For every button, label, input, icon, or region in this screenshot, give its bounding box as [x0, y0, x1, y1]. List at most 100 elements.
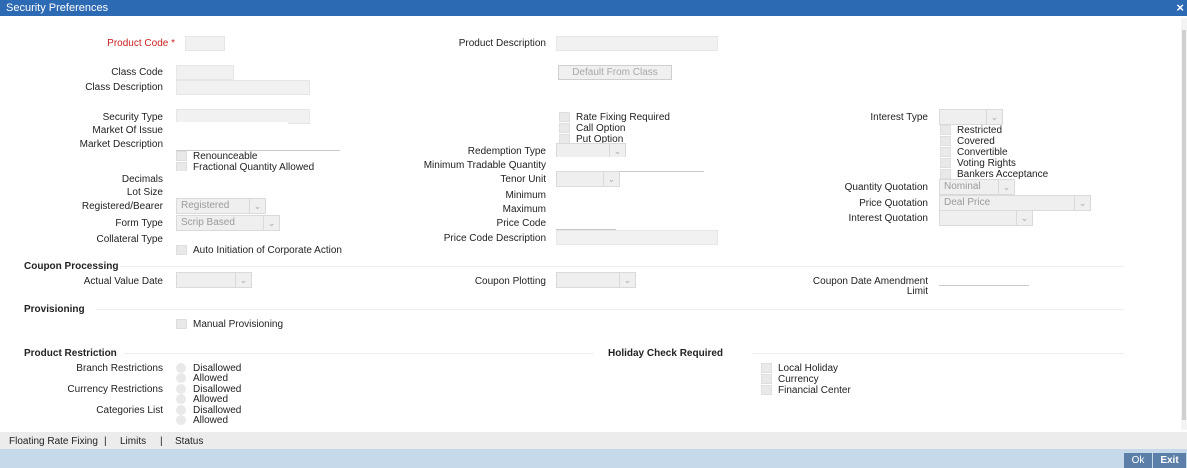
rate-fixing-checkbox[interactable]	[559, 112, 570, 122]
categories-allowed-radio[interactable]	[176, 415, 186, 425]
registered-bearer-select[interactable]: Registered ⌄	[176, 198, 266, 214]
maximum-input[interactable]	[556, 201, 600, 216]
minimum-label: Minimum	[505, 190, 546, 201]
chevron-down-icon: ⌄	[263, 216, 279, 230]
chevron-down-icon: ⌄	[609, 144, 625, 158]
ok-button[interactable]: Ok	[1124, 453, 1152, 468]
lot-size-input[interactable]	[176, 184, 230, 199]
branch-allowed-label: Allowed	[193, 373, 229, 384]
bankers-acceptance-checkbox[interactable]	[940, 169, 951, 179]
link-separator: |	[104, 436, 107, 447]
market-description-label: Market Description	[79, 139, 163, 150]
close-icon[interactable]: ×	[1176, 0, 1184, 15]
interest-quotation-select[interactable]: ⌄	[939, 210, 1033, 226]
status-link[interactable]: Status	[175, 436, 203, 447]
rate-fixing-label: Rate Fixing Required	[576, 112, 670, 123]
product-restriction-heading: Product Restriction	[24, 348, 117, 359]
tenor-unit-select[interactable]: ⌄	[556, 171, 620, 187]
product-code-label: Product Code *	[107, 38, 175, 49]
coupon-plotting-select[interactable]: ⌄	[556, 272, 636, 288]
currency-allowed-radio[interactable]	[176, 394, 186, 404]
auto-initiation-checkbox[interactable]	[176, 245, 187, 255]
branch-restrictions-label: Branch Restrictions	[76, 363, 163, 374]
price-quotation-select[interactable]: Deal Price ⌄	[939, 195, 1091, 211]
categories-disallowed-radio[interactable]	[176, 405, 186, 415]
minimum-input[interactable]	[556, 187, 600, 202]
button-bar	[0, 449, 1187, 468]
chevron-down-icon: ⌄	[998, 180, 1014, 194]
exit-button[interactable]: Exit	[1153, 453, 1186, 468]
link-separator: |	[160, 436, 163, 447]
product-code-input[interactable]	[185, 36, 225, 51]
renounceable-checkbox[interactable]	[176, 151, 187, 161]
min-tradable-qty-input[interactable]	[556, 157, 704, 172]
section-divider	[96, 309, 1124, 310]
local-holiday-label: Local Holiday	[778, 363, 839, 374]
registered-bearer-value: Registered	[181, 200, 230, 211]
scrollbar-thumb[interactable]	[1182, 30, 1186, 420]
class-code-input[interactable]	[176, 65, 234, 80]
floating-rate-fixing-link[interactable]: Floating Rate Fixing	[9, 436, 98, 447]
interest-type-label: Interest Type	[870, 112, 928, 123]
quantity-quotation-value: Nominal	[944, 181, 981, 192]
manual-provisioning-label: Manual Provisioning	[193, 319, 284, 330]
coupon-plotting-label: Coupon Plotting	[474, 276, 546, 287]
registered-bearer-label: Registered/Bearer	[81, 201, 163, 212]
maximum-label: Maximum	[502, 204, 546, 215]
currency-holiday-label: Currency	[778, 374, 819, 385]
actual-value-date-label: Actual Value Date	[83, 276, 163, 287]
class-description-input[interactable]	[176, 80, 310, 95]
decimals-label: Decimals	[121, 174, 163, 185]
local-holiday-checkbox[interactable]	[761, 363, 772, 373]
quantity-quotation-select[interactable]: Nominal ⌄	[939, 179, 1015, 195]
title-bar: Security Preferences ×	[0, 0, 1187, 16]
currency-disallowed-radio[interactable]	[176, 384, 186, 394]
price-code-input[interactable]	[556, 215, 616, 230]
restricted-label: Restricted	[957, 125, 1003, 136]
form-type-value: Scrip Based	[181, 217, 235, 228]
price-quotation-value: Deal Price	[944, 197, 991, 208]
financial-center-label: Financial Center	[778, 385, 851, 396]
window-title: Security Preferences	[6, 2, 109, 14]
min-tradable-qty-label: Minimum Tradable Quantity	[423, 160, 546, 171]
market-of-issue-input[interactable]	[176, 122, 288, 137]
security-type-label: Security Type	[102, 112, 163, 123]
covered-checkbox[interactable]	[940, 136, 951, 146]
financial-center-checkbox[interactable]	[761, 385, 772, 395]
price-code-description-label: Price Code Description	[443, 233, 546, 244]
scrollbar[interactable]	[1181, 18, 1187, 430]
section-divider	[752, 353, 1124, 354]
subsystem-links-bar: Floating Rate Fixing | Limits | Status	[0, 432, 1187, 449]
market-of-issue-label: Market Of Issue	[92, 125, 163, 136]
chevron-down-icon: ⌄	[619, 273, 635, 287]
limits-link[interactable]: Limits	[120, 436, 146, 447]
voting-rights-checkbox[interactable]	[940, 158, 951, 168]
call-option-label: Call Option	[576, 123, 626, 134]
renounceable-label: Renounceable	[193, 151, 258, 162]
coupon-amendment-input[interactable]	[939, 271, 1029, 286]
coupon-processing-heading: Coupon Processing	[24, 261, 119, 272]
branch-allowed-radio[interactable]	[176, 373, 186, 383]
restricted-checkbox[interactable]	[940, 125, 951, 135]
product-description-label: Product Description	[458, 38, 546, 49]
interest-type-select[interactable]: ⌄	[939, 109, 1003, 125]
call-option-checkbox[interactable]	[559, 123, 570, 133]
price-code-description-input[interactable]	[556, 230, 718, 245]
chevron-down-icon: ⌄	[1074, 196, 1090, 210]
currency-restrictions-label: Currency Restrictions	[67, 384, 163, 395]
product-description-input[interactable]	[556, 36, 718, 51]
convertible-checkbox[interactable]	[940, 147, 951, 157]
branch-disallowed-radio[interactable]	[176, 363, 186, 373]
class-code-label: Class Code	[111, 67, 163, 78]
manual-provisioning-checkbox[interactable]	[176, 319, 187, 329]
currency-holiday-checkbox[interactable]	[761, 374, 772, 384]
currency-allowed-label: Allowed	[193, 394, 229, 405]
market-description-input[interactable]	[176, 136, 340, 151]
default-from-class-button[interactable]: Default From Class	[558, 65, 672, 80]
provisioning-heading: Provisioning	[24, 304, 85, 315]
form-type-select[interactable]: Scrip Based ⌄	[176, 215, 280, 231]
actual-value-date-select[interactable]: ⌄	[176, 272, 252, 288]
price-code-label: Price Code	[496, 218, 546, 229]
collateral-type-label: Collateral Type	[96, 234, 163, 245]
chevron-down-icon: ⌄	[1016, 211, 1032, 225]
